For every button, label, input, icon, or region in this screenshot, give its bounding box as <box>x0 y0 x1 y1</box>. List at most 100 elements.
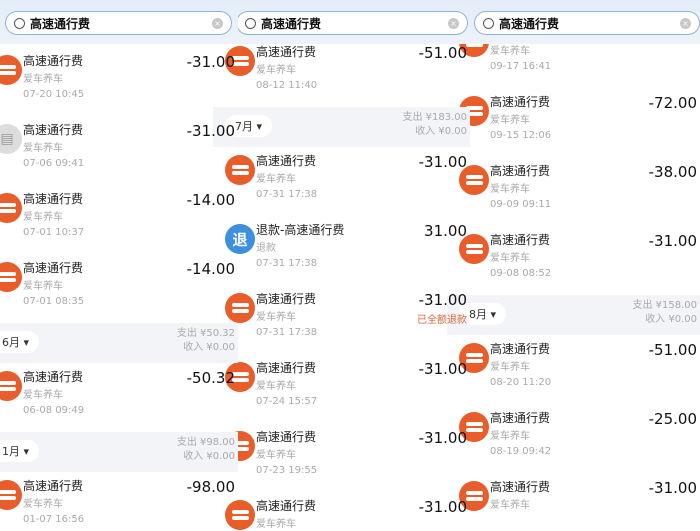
transaction-amount: -31.00 <box>186 122 235 140</box>
transaction-row[interactable]: 高速通行费 爱车养车 07-20 10:45 -31.00 <box>0 47 238 116</box>
transaction-row[interactable]: 高速通行费 爱车养车 -31.00 <box>213 492 470 530</box>
transaction-amount: -31.00 <box>186 53 235 71</box>
transaction-amount: -98.00 <box>186 478 235 496</box>
month-expense: 支出 ¥98.00 <box>176 437 235 448</box>
transaction-amount: -72.00 <box>648 94 697 112</box>
transaction-list: 高速通行费 爱车养车 09-17 16:41 -37.00 高速通行费 爱车养车… <box>447 19 700 511</box>
search-icon <box>483 17 494 29</box>
search-header: 高速通行费 × <box>0 0 238 44</box>
transaction-row[interactable]: 退 退款-高速通行费 退款 07-31 17:38 31.00 <box>213 216 470 285</box>
month-income: 收入 ¥0.00 <box>415 126 467 137</box>
transaction-title: 高速通行费 <box>23 54 84 68</box>
month-header: 8月 ▾ 支出 ¥158.00 收入 ¥0.00 <box>447 295 700 335</box>
transaction-row[interactable]: 高速通行费 爱车养车 07-23 19:55 -31.00 <box>213 423 470 492</box>
toll-icon <box>0 262 22 292</box>
search-icon <box>245 17 256 29</box>
transaction-amount: -50.32 <box>186 369 235 387</box>
transaction-date: 07-31 17:38 <box>256 327 318 338</box>
transaction-amount: -31.00 <box>648 479 697 497</box>
transaction-category: 爱车养车 <box>490 253 530 264</box>
transaction-date: 09-15 12:06 <box>490 130 552 141</box>
transaction-date: 09-17 16:41 <box>490 61 552 72</box>
transaction-category: 爱车养车 <box>256 174 296 185</box>
transaction-title: 高速通行费 <box>490 95 551 109</box>
transaction-title: 高速通行费 <box>490 342 551 356</box>
transaction-row[interactable]: 高速通行费 爱车养车 08-20 11:20 -51.00 <box>447 335 700 404</box>
transaction-date: 07-31 17:38 <box>256 258 318 269</box>
transaction-title: 高速通行费 <box>23 123 84 137</box>
search-input[interactable]: 高速通行费 × <box>474 11 700 35</box>
transaction-date: 07-06 09:41 <box>23 158 85 169</box>
transaction-title: 高速通行费 <box>23 370 84 384</box>
transaction-row[interactable]: 高速通行费 爱车养车 09-08 08:52 -31.00 <box>447 226 700 295</box>
transaction-date: 08-20 11:20 <box>490 377 552 388</box>
month-income: 收入 ¥0.00 <box>645 314 697 325</box>
transaction-title: 高速通行费 <box>490 480 551 494</box>
transaction-row[interactable]: 高速通行费 爱车养车 08-12 11:40 -51.00 <box>213 38 470 107</box>
clear-icon[interactable]: × <box>212 17 223 29</box>
transaction-amount: -51.00 <box>418 44 467 62</box>
transaction-title: 高速通行费 <box>490 164 551 178</box>
transaction-row[interactable]: 高速通行费 爱车养车 07-01 10:37 -14.00 <box>0 185 238 254</box>
transaction-title: 高速通行费 <box>256 430 317 444</box>
clear-icon[interactable]: × <box>448 17 459 29</box>
transaction-row[interactable]: 高速通行费 爱车养车 06-08 09:49 -50.32 <box>0 363 238 432</box>
transaction-title: 高速通行费 <box>490 411 551 425</box>
transaction-amount: -51.00 <box>648 341 697 359</box>
month-expense: 支出 ¥183.00 <box>402 112 467 123</box>
transaction-category: 爱车养车 <box>23 143 63 154</box>
transaction-title: 高速通行费 <box>490 233 551 247</box>
toll-icon <box>0 193 22 223</box>
month-header: 7月 ▾ 支出 ¥183.00 收入 ¥0.00 <box>213 107 470 147</box>
transaction-row[interactable]: 高速通行费 爱车养车 07-24 15:57 -31.00 <box>213 354 470 423</box>
month-selector[interactable]: 1月 ▾ <box>0 440 40 462</box>
transaction-list: 高速通行费 爱车养车 07-20 10:45 -31.00 ▤ 高速通行费 爱车… <box>0 47 238 525</box>
month-income: 收入 ¥0.00 <box>183 342 235 353</box>
transaction-row[interactable]: 高速通行费 爱车养车 09-09 09:11 -38.00 <box>447 157 700 226</box>
transaction-category: 退款 <box>256 243 276 254</box>
transaction-category: 爱车养车 <box>23 212 63 223</box>
transaction-category: 爱车养车 <box>256 312 296 323</box>
transaction-amount: -14.00 <box>186 191 235 209</box>
transaction-row[interactable]: 高速通行费 爱车养车 -31.00 <box>447 473 700 511</box>
transaction-date: 07-31 17:38 <box>256 189 318 200</box>
transaction-category: 爱车养车 <box>490 115 530 126</box>
transaction-date: 08-12 11:40 <box>256 80 318 91</box>
transaction-amount: -31.00 <box>418 429 467 447</box>
toll-icon: ▤ <box>0 124 22 154</box>
transaction-row[interactable]: 高速通行费 爱车养车 07-31 17:38 -31.00 已全额退款 <box>213 285 470 354</box>
toll-icon <box>0 371 22 401</box>
transaction-category: 爱车养车 <box>256 450 296 461</box>
search-input[interactable]: 高速通行费 × <box>236 11 468 35</box>
month-header: 6月 ▾ 支出 ¥50.32 收入 ¥0.00 <box>0 323 238 363</box>
transaction-category: 爱车养车 <box>23 390 63 401</box>
month-selector[interactable]: 6月 ▾ <box>0 331 40 353</box>
month-summary: 支出 ¥158.00 收入 ¥0.00 <box>632 299 697 327</box>
transaction-title: 退款-高速通行费 <box>256 223 345 237</box>
transaction-amount: -38.00 <box>648 163 697 181</box>
transaction-row[interactable]: 高速通行费 爱车养车 07-01 08:35 -14.00 <box>0 254 238 323</box>
transaction-date: 06-08 09:49 <box>23 405 85 416</box>
transaction-row[interactable]: 高速通行费 爱车养车 08-19 09:42 -25.00 <box>447 404 700 473</box>
search-query: 高速通行费 <box>261 16 322 31</box>
transaction-row[interactable]: 高速通行费 爱车养车 09-15 12:06 -72.00 <box>447 88 700 157</box>
month-summary: 支出 ¥98.00 收入 ¥0.00 <box>177 436 235 464</box>
transaction-date: 09-09 09:11 <box>490 199 552 210</box>
transaction-row[interactable]: 高速通行费 爱车养车 01-07 16:56 -98.00 <box>0 472 238 525</box>
search-input[interactable]: 高速通行费 × <box>5 11 232 35</box>
transaction-title: 高速通行费 <box>23 479 84 493</box>
transaction-row[interactable]: ▤ 高速通行费 爱车养车 07-06 09:41 -31.00 <box>0 116 238 185</box>
clear-icon[interactable]: × <box>680 17 691 29</box>
transaction-date: 08-19 09:42 <box>490 446 552 457</box>
transaction-amount: -31.00 <box>418 291 467 309</box>
transaction-list: 高速通行费 爱车养车 08-12 11:40 -51.00 7月 ▾ 支出 ¥1… <box>213 38 470 530</box>
transaction-row[interactable]: 高速通行费 爱车养车 07-31 17:38 -31.00 <box>213 147 470 216</box>
transaction-date: 07-24 15:57 <box>256 396 318 407</box>
transaction-amount: -31.00 <box>418 360 467 378</box>
transaction-title: 高速通行费 <box>256 292 317 306</box>
transaction-category: 爱车养车 <box>490 431 530 442</box>
month-summary: 支出 ¥183.00 收入 ¥0.00 <box>402 111 467 139</box>
toll-icon <box>0 55 22 85</box>
month-summary: 支出 ¥50.32 收入 ¥0.00 <box>177 327 235 355</box>
month-header: 1月 ▾ 支出 ¥98.00 收入 ¥0.00 <box>0 432 238 472</box>
